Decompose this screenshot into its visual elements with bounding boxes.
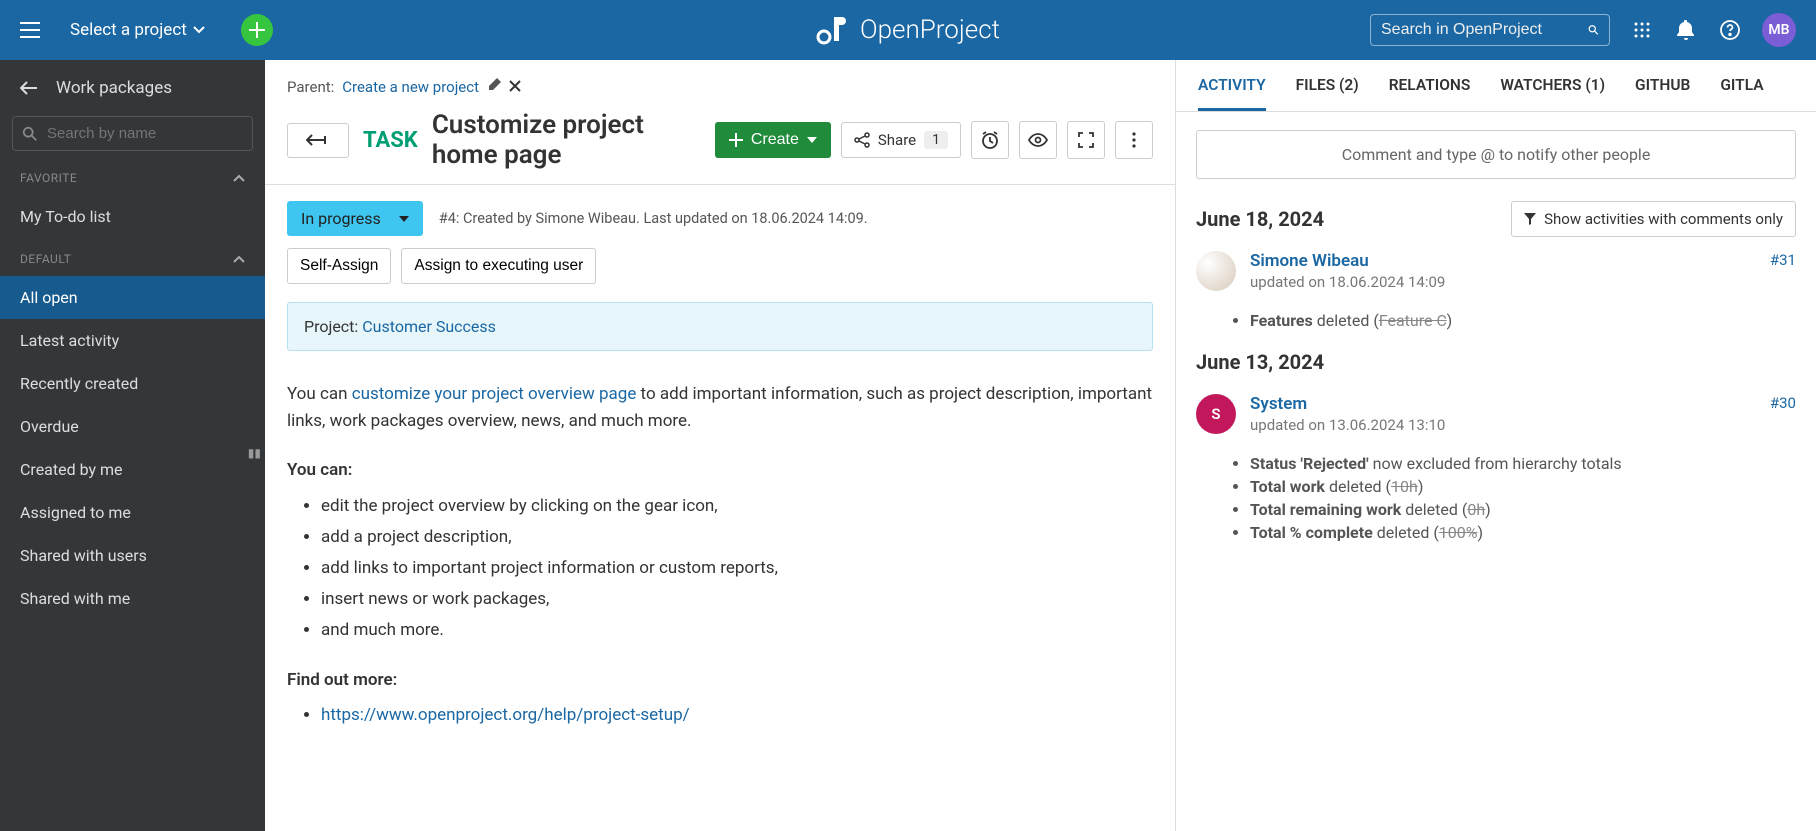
timer-button[interactable] — [971, 121, 1009, 159]
list-item: edit the project overview by clicking on… — [321, 493, 1153, 520]
description[interactable]: You can customize your project overview … — [287, 381, 1153, 729]
create-button[interactable]: Create — [715, 122, 831, 158]
sidebar-item[interactable]: Recently created — [0, 362, 265, 405]
project-banner: Project: Customer Success — [287, 302, 1153, 351]
filter-icon — [1524, 213, 1536, 225]
add-button[interactable] — [241, 14, 273, 46]
meta-text: #4: Created by Simone Wibeau. Last updat… — [439, 210, 868, 227]
bell-icon[interactable] — [1674, 18, 1698, 42]
tab[interactable]: GITHUB — [1635, 76, 1690, 111]
timer-icon — [980, 130, 1000, 150]
share-icon — [854, 132, 870, 148]
sidebar-item[interactable]: Assigned to me — [0, 491, 265, 534]
assign-executing-button[interactable]: Assign to executing user — [401, 248, 596, 284]
work-package-title[interactable]: Customize project home page — [432, 110, 701, 170]
clear-parent-icon[interactable] — [509, 78, 521, 96]
sidebar-back[interactable]: Work packages — [0, 78, 265, 116]
apps-icon[interactable] — [1630, 18, 1654, 42]
sidebar-item[interactable]: Shared with me — [0, 577, 265, 620]
find-out-link[interactable]: https://www.openproject.org/help/project… — [321, 705, 690, 725]
chevron-down-icon — [399, 216, 409, 222]
status-select[interactable]: In progress — [287, 201, 423, 236]
share-count-badge: 1 — [924, 131, 948, 149]
user-avatar[interactable]: MB — [1762, 13, 1796, 47]
tab[interactable]: FILES (2) — [1296, 76, 1359, 111]
activity-timestamp: updated on 13.06.2024 13:10 — [1250, 416, 1796, 434]
activity-user[interactable]: Simone Wibeau — [1250, 251, 1369, 271]
activity-change: Status 'Rejected' now excluded from hier… — [1250, 454, 1796, 473]
self-assign-button[interactable]: Self-Assign — [287, 248, 391, 284]
list-item: insert news or work packages, — [321, 586, 1153, 613]
sidebar-item[interactable]: Created by me — [0, 448, 265, 491]
project-select[interactable]: Select a project — [70, 20, 205, 40]
arrow-left-icon — [20, 81, 38, 95]
sidebar: Work packages FAVORITE My To-do list DEFAU… — [0, 60, 265, 831]
work-package-detail: Parent: Create a new project TASK Custom… — [265, 60, 1176, 831]
type-label: TASK — [363, 128, 418, 153]
search-icon — [22, 126, 38, 142]
list-item: add a project description, — [321, 524, 1153, 551]
topbar: Select a project OpenProject MB — [0, 0, 1816, 60]
tab[interactable]: GITLA — [1720, 76, 1763, 111]
expand-icon — [1078, 132, 1094, 148]
activity-user[interactable]: System — [1250, 394, 1307, 414]
sidebar-item[interactable]: Shared with users — [0, 534, 265, 577]
customize-link[interactable]: customize your project overview page — [352, 384, 637, 404]
sidebar-group-label[interactable]: DEFAULT — [0, 252, 265, 266]
openproject-icon — [816, 15, 850, 45]
tab[interactable]: WATCHERS (1) — [1500, 76, 1605, 111]
sidebar-search-input[interactable] — [12, 116, 253, 151]
tab[interactable]: RELATIONS — [1389, 76, 1471, 111]
watch-button[interactable] — [1019, 121, 1057, 159]
activity-panel: ACTIVITY FILES (2) RELATIONS WATCHERS (1) GI… — [1176, 60, 1816, 831]
activity-avatar — [1196, 251, 1236, 291]
activity-date: June 18, 2024 — [1196, 207, 1324, 231]
activity-change: Total work deleted (10h) — [1250, 477, 1796, 496]
sidebar-group-label[interactable]: FAVORITE — [0, 171, 265, 185]
back-icon — [306, 134, 330, 146]
global-search[interactable] — [1370, 14, 1610, 46]
share-button[interactable]: Share 1 — [841, 122, 961, 158]
plus-icon — [729, 133, 743, 147]
activity-change: Features deleted (Feature C) — [1250, 311, 1796, 330]
filter-activities-button[interactable]: Show activities with comments only — [1511, 201, 1796, 237]
project-link[interactable]: Customer Success — [362, 317, 496, 336]
activity-date: June 13, 2024 — [1196, 350, 1324, 374]
activity-entry: Simone Wibeau #31 updated on 18.06.2024 … — [1176, 241, 1816, 301]
eye-icon — [1028, 133, 1048, 147]
comment-input[interactable]: Comment and type @ to notify other peopl… — [1196, 130, 1796, 179]
chevron-down-icon — [193, 26, 205, 34]
sidebar-item[interactable]: Latest activity — [0, 319, 265, 362]
sidebar-item[interactable]: My To-do list — [0, 195, 265, 238]
search-input[interactable] — [1381, 21, 1588, 39]
activity-timestamp: updated on 18.06.2024 14:09 — [1250, 273, 1796, 291]
parent-link[interactable]: Create a new project — [342, 78, 479, 96]
plus-icon — [249, 22, 265, 38]
list-item: add links to important project informati… — [321, 555, 1153, 582]
activity-avatar: S — [1196, 394, 1236, 434]
activity-number[interactable]: #30 — [1770, 394, 1796, 414]
kebab-icon — [1132, 132, 1136, 148]
resize-handle-icon[interactable]: ▮▮ — [248, 446, 261, 460]
parent-label: Parent: — [287, 78, 334, 96]
activity-number[interactable]: #31 — [1770, 251, 1796, 271]
hamburger-icon[interactable] — [20, 22, 40, 38]
more-button[interactable] — [1115, 121, 1153, 159]
chevron-up-icon — [233, 174, 245, 182]
activity-change: Total remaining work deleted (0h) — [1250, 500, 1796, 519]
back-button[interactable] — [287, 123, 349, 158]
sidebar-item[interactable]: All open — [0, 276, 265, 319]
activity-change: Total % complete deleted (100%) — [1250, 523, 1796, 542]
help-icon[interactable] — [1718, 18, 1742, 42]
chevron-up-icon — [233, 255, 245, 263]
brand-logo: OpenProject — [816, 15, 1000, 45]
activity-entry: S System #30 updated on 13.06.2024 13:10 — [1176, 384, 1816, 444]
search-icon — [1588, 21, 1599, 39]
chevron-down-icon — [807, 137, 817, 143]
edit-parent-icon[interactable] — [487, 78, 501, 96]
sidebar-item[interactable]: Overdue — [0, 405, 265, 448]
tab[interactable]: ACTIVITY — [1198, 76, 1266, 111]
fullscreen-button[interactable] — [1067, 121, 1105, 159]
list-item: and much more. — [321, 617, 1153, 644]
